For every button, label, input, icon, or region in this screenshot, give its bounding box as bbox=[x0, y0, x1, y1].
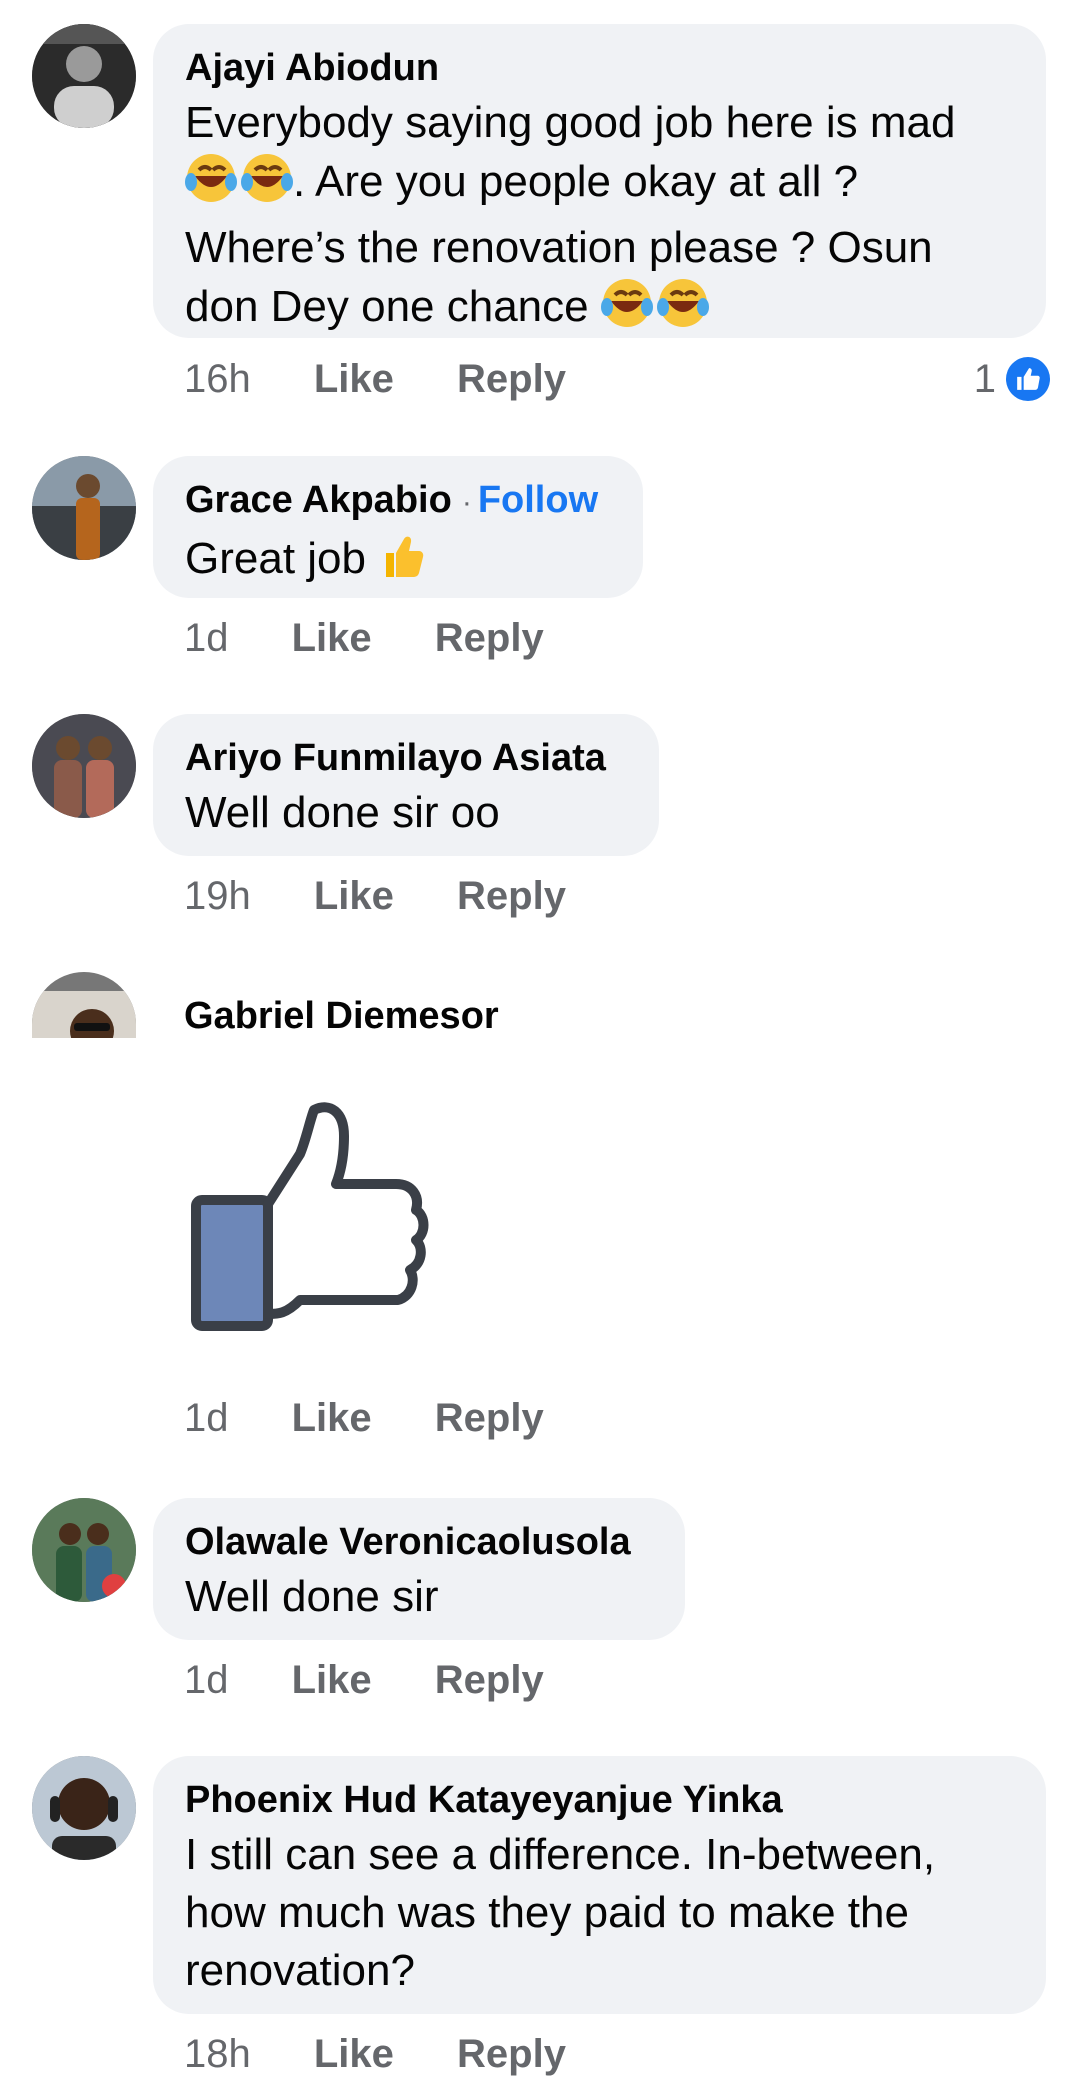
comment-actions: 18h Like Reply bbox=[184, 2026, 566, 2082]
reply-button[interactable]: Reply bbox=[435, 610, 544, 666]
thumbs-up-sticker-icon[interactable] bbox=[190, 1100, 430, 1332]
comment-line: how much was they paid to make the bbox=[185, 1888, 909, 1937]
author-name[interactable]: Gabriel Diemesor bbox=[184, 990, 499, 1042]
timestamp[interactable]: 18h bbox=[184, 2026, 251, 2082]
comment-actions: 19h Like Reply bbox=[184, 868, 566, 924]
comment-line: renovation? bbox=[185, 1946, 415, 1995]
reply-button[interactable]: Reply bbox=[457, 2026, 566, 2082]
reply-button[interactable]: Reply bbox=[457, 351, 566, 407]
timestamp[interactable]: 16h bbox=[184, 351, 251, 407]
like-button[interactable]: Like bbox=[314, 351, 394, 407]
comment-actions: 16h Like Reply bbox=[184, 351, 566, 407]
comment-line: Where’s the renovation please ? Osun bbox=[185, 223, 933, 272]
like-button[interactable]: Like bbox=[314, 868, 394, 924]
comment-text: Great job bbox=[185, 534, 366, 583]
comment-line: I still can see a difference. In-between… bbox=[185, 1830, 936, 1879]
reply-button[interactable]: Reply bbox=[435, 1652, 544, 1708]
reply-button[interactable]: Reply bbox=[457, 868, 566, 924]
comment-text: Well done sir bbox=[185, 1572, 439, 1621]
reaction-count: 1 bbox=[973, 357, 996, 401]
comment-text: Well done sir oo bbox=[185, 788, 500, 837]
separator-dot: · bbox=[461, 486, 472, 519]
comment-text: I still can see a difference. In-between… bbox=[185, 1826, 1014, 2000]
like-button[interactable]: Like bbox=[292, 1652, 372, 1708]
reaction-summary[interactable]: 1 bbox=[974, 351, 1050, 407]
avatar[interactable] bbox=[32, 24, 136, 128]
comment-bubble: Ariyo Funmilayo Asiata Well done sir oo bbox=[153, 714, 659, 856]
author-name[interactable]: Phoenix Hud Katayeyanjue Yinka bbox=[185, 1774, 1014, 1826]
comment-actions: 1d Like Reply bbox=[184, 1390, 544, 1446]
like-button[interactable]: Like bbox=[314, 2026, 394, 2082]
author-name[interactable]: Grace Akpabio bbox=[185, 479, 452, 521]
like-reaction-icon bbox=[1006, 357, 1050, 401]
like-button[interactable]: Like bbox=[292, 610, 372, 666]
timestamp[interactable]: 1d bbox=[184, 1390, 229, 1446]
comment-line: don Dey one chance bbox=[185, 282, 589, 331]
timestamp[interactable]: 1d bbox=[184, 610, 229, 666]
comment-text: Everybody saying good job here is mad . … bbox=[185, 94, 1014, 344]
avatar[interactable] bbox=[32, 1756, 136, 1860]
comment-actions: 1d Like Reply bbox=[184, 610, 544, 666]
thumbs-up-emoji-icon bbox=[378, 529, 426, 596]
timestamp[interactable]: 1d bbox=[184, 1652, 229, 1708]
comment-bubble: Olawale Veronicaolusola Well done sir bbox=[153, 1498, 685, 1640]
follow-button[interactable]: Follow bbox=[478, 479, 598, 521]
timestamp[interactable]: 19h bbox=[184, 868, 251, 924]
author-name[interactable]: Ajayi Abiodun bbox=[185, 42, 1014, 94]
avatar[interactable] bbox=[32, 1498, 136, 1602]
comment-bubble: Grace Akpabio · Follow Great job bbox=[153, 456, 643, 598]
comment-bubble: Ajayi Abiodun Everybody saying good job … bbox=[153, 24, 1046, 338]
reply-button[interactable]: Reply bbox=[435, 1390, 544, 1446]
tears-of-joy-emoji-icon bbox=[185, 152, 293, 219]
avatar[interactable] bbox=[32, 972, 136, 1038]
author-name[interactable]: Ariyo Funmilayo Asiata bbox=[185, 732, 627, 784]
author-name[interactable]: Olawale Veronicaolusola bbox=[185, 1516, 653, 1568]
avatar[interactable] bbox=[32, 456, 136, 560]
comment-line: . Are you people okay at all ? bbox=[293, 157, 859, 206]
comment-actions: 1d Like Reply bbox=[184, 1652, 544, 1708]
avatar[interactable] bbox=[32, 714, 136, 818]
comment-bubble: Phoenix Hud Katayeyanjue Yinka I still c… bbox=[153, 1756, 1046, 2014]
like-button[interactable]: Like bbox=[292, 1390, 372, 1446]
tears-of-joy-emoji-icon bbox=[600, 277, 709, 344]
comment-line: Everybody saying good job here is mad bbox=[185, 98, 956, 147]
